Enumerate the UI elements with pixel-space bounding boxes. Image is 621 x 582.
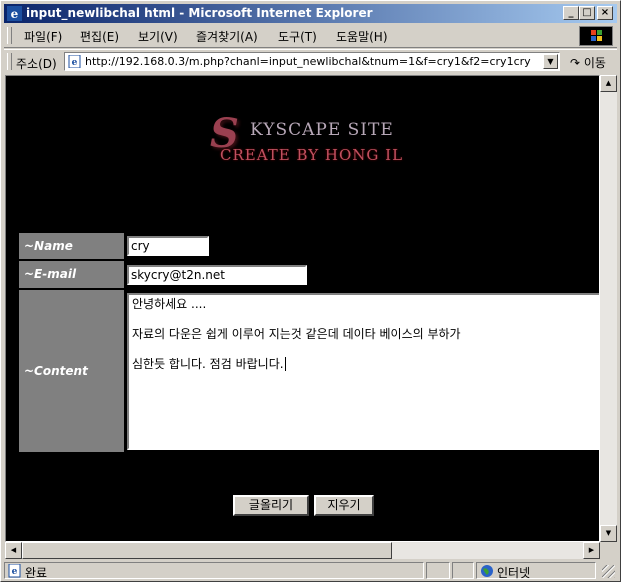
content-label: ~Content bbox=[19, 290, 124, 452]
status-text: 완료 bbox=[25, 566, 48, 580]
content-line-3: 심한듯 합니다. 점검 바랍니다. bbox=[132, 357, 598, 371]
address-dropdown-button[interactable]: ▼ bbox=[543, 54, 558, 69]
address-url: http://192.168.0.3/m.php?chanl=input_new… bbox=[85, 55, 531, 68]
content-line-3-text: 심한듯 합니다. 점검 바랍니다. bbox=[132, 357, 284, 371]
name-input[interactable]: cry bbox=[127, 236, 209, 256]
svg-text:e: e bbox=[11, 7, 19, 21]
status-panel-3 bbox=[452, 562, 474, 579]
internet-globe-icon bbox=[481, 565, 493, 577]
logo-line-1: KYSCAPE SITE bbox=[250, 120, 394, 140]
title-bar: e input_newlibchal html - Microsoft Inte… bbox=[4, 4, 617, 23]
ie-logo-icon: e bbox=[7, 6, 22, 21]
minimize-button[interactable]: _ bbox=[563, 6, 579, 20]
address-bar: 주소(D) e http://192.168.0.3/m.php?chanl=i… bbox=[4, 49, 617, 74]
page-viewport: S KYSCAPE SITE CREATE BY HONG IL ~Name c… bbox=[5, 75, 600, 542]
menu-view[interactable]: 보기(V) bbox=[138, 28, 178, 45]
status-zone-panel: 인터넷 bbox=[476, 562, 596, 580]
svg-text:e: e bbox=[12, 567, 18, 577]
address-input[interactable]: e http://192.168.0.3/m.php?chanl=input_n… bbox=[64, 52, 560, 71]
site-logo: S KYSCAPE SITE CREATE BY HONG IL bbox=[206, 96, 406, 176]
scrollbar-corner bbox=[600, 542, 617, 559]
svg-text:e: e bbox=[72, 58, 78, 68]
content-line-1: 안녕하세요 .... bbox=[132, 297, 207, 311]
menu-help[interactable]: 도움말(H) bbox=[336, 28, 388, 45]
content-textarea[interactable]: 안녕하세요 .... 자료의 다운은 쉽게 이루어 지는것 같은데 데이타 베이… bbox=[127, 293, 599, 450]
menu-tools[interactable]: 도구(T) bbox=[278, 28, 317, 45]
menu-file[interactable]: 파일(F) bbox=[24, 28, 62, 45]
close-button[interactable]: × bbox=[597, 6, 613, 20]
email-label: ~E-mail bbox=[19, 261, 124, 288]
browser-window: e input_newlibchal html - Microsoft Inte… bbox=[0, 0, 621, 582]
vertical-scrollbar[interactable]: ▲ ▼ bbox=[600, 75, 617, 542]
addressbar-grip[interactable] bbox=[7, 53, 12, 70]
go-button[interactable]: ↷ 이동 bbox=[570, 54, 606, 71]
menubar-grip[interactable] bbox=[7, 27, 12, 44]
text-cursor bbox=[284, 357, 286, 371]
scroll-right-button[interactable]: ▶ bbox=[583, 542, 600, 559]
submit-button[interactable]: 글올리기 bbox=[233, 495, 309, 516]
page-icon: e bbox=[68, 55, 81, 68]
horizontal-scroll-thumb[interactable] bbox=[22, 542, 392, 559]
status-panel-main: e 완료 bbox=[4, 562, 424, 580]
page-done-icon: e bbox=[8, 564, 21, 578]
horizontal-scrollbar[interactable]: ◀ ▶ bbox=[5, 542, 600, 559]
go-arrow-icon: ↷ bbox=[570, 56, 581, 70]
status-panel-2 bbox=[426, 562, 450, 579]
menu-favorites[interactable]: 즐겨찾기(A) bbox=[196, 28, 258, 45]
content-line-2: 자료의 다운은 쉽게 이루어 지는것 같은데 데이타 베이스의 부하가 bbox=[132, 327, 461, 341]
maximize-button[interactable]: □ bbox=[579, 6, 595, 20]
resize-grip[interactable] bbox=[602, 565, 615, 578]
go-label: 이동 bbox=[583, 56, 606, 70]
reset-button[interactable]: 지우기 bbox=[314, 495, 374, 516]
scroll-down-button[interactable]: ▼ bbox=[600, 525, 617, 542]
status-bar: e 완료 인터넷 bbox=[4, 561, 617, 580]
email-input[interactable]: skycry@t2n.net bbox=[127, 265, 307, 285]
status-zone-text: 인터넷 bbox=[497, 566, 531, 580]
scroll-left-button[interactable]: ◀ bbox=[5, 542, 22, 559]
window-title: input_newlibchal html - Microsoft Intern… bbox=[26, 6, 373, 20]
logo-line-2: CREATE BY HONG IL bbox=[220, 146, 404, 164]
scroll-up-button[interactable]: ▲ bbox=[600, 75, 617, 92]
address-label: 주소(D) bbox=[16, 57, 57, 71]
menu-bar: 파일(F) 편집(E) 보기(V) 즐겨찾기(A) 도구(T) 도움말(H) bbox=[4, 25, 617, 48]
windows-logo-icon bbox=[579, 26, 613, 46]
menu-edit[interactable]: 편집(E) bbox=[80, 28, 119, 45]
name-label: ~Name bbox=[19, 233, 124, 259]
